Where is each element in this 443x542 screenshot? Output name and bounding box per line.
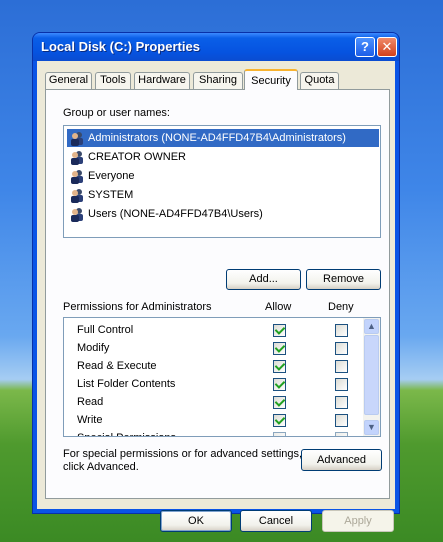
users-icon — [71, 189, 83, 203]
permission-row-write: Write — [64, 411, 364, 429]
scroll-thumb[interactable] — [364, 335, 379, 415]
close-button[interactable]: ✕ — [377, 37, 397, 57]
cancel-button[interactable]: Cancel — [240, 510, 312, 532]
deny-column-header: Deny — [328, 301, 354, 313]
permission-row-read-execute: Read & Execute — [64, 357, 364, 375]
users-icon — [71, 208, 83, 222]
advanced-button[interactable]: Advanced — [301, 449, 382, 471]
list-item-users[interactable]: Users (NONE-AD4FFD47B4\Users) — [67, 205, 379, 223]
user-name: CREATOR OWNER — [88, 151, 186, 163]
tab-security[interactable]: Security — [244, 69, 298, 90]
properties-window: Local Disk (C:) Properties ? ✕ General T… — [32, 32, 400, 532]
tab-tools[interactable]: Tools — [95, 72, 131, 89]
tab-sharing[interactable]: Sharing — [193, 72, 243, 89]
permissions-list[interactable]: Full Control Modify Read & Execute List … — [63, 317, 381, 437]
list-item-creator-owner[interactable]: CREATOR OWNER — [67, 148, 379, 166]
allow-checkbox[interactable] — [273, 396, 286, 409]
ok-button[interactable]: OK — [160, 510, 232, 532]
permission-name: Read — [77, 396, 104, 408]
scroll-down-icon[interactable]: ▼ — [364, 420, 379, 435]
advanced-hint-line1: For special permissions or for advanced … — [63, 448, 303, 460]
permission-name: Special Permissions — [77, 429, 176, 436]
dialog-client-area: General Tools Hardware Sharing Security … — [37, 61, 395, 532]
permission-name: Write — [77, 414, 103, 426]
list-item-administrators[interactable]: Administrators (NONE-AD4FFD47B4\Administ… — [67, 129, 379, 147]
permission-name: Read & Execute — [77, 360, 157, 372]
deny-checkbox[interactable] — [335, 414, 348, 427]
users-icon — [71, 170, 83, 184]
add-button[interactable]: Add... — [226, 269, 301, 290]
deny-checkbox[interactable] — [335, 432, 348, 436]
permission-name: List Folder Contents — [77, 378, 176, 390]
deny-checkbox[interactable] — [335, 360, 348, 373]
allow-checkbox[interactable] — [273, 414, 286, 427]
allow-checkbox[interactable] — [273, 432, 286, 436]
group-list[interactable]: Administrators (NONE-AD4FFD47B4\Administ… — [63, 125, 381, 238]
tab-general[interactable]: General — [45, 72, 92, 89]
scroll-up-icon[interactable]: ▲ — [364, 319, 379, 334]
permission-row-modify: Modify — [64, 339, 364, 357]
user-name: Users (NONE-AD4FFD47B4\Users) — [88, 208, 263, 220]
deny-checkbox[interactable] — [335, 378, 348, 391]
allow-checkbox[interactable] — [273, 378, 286, 391]
users-icon — [71, 151, 83, 165]
user-name: Administrators (NONE-AD4FFD47B4\Administ… — [88, 132, 346, 144]
list-item-everyone[interactable]: Everyone — [67, 167, 379, 185]
window-title: Local Disk (C:) Properties — [41, 39, 200, 54]
permission-row-full-control: Full Control — [64, 321, 364, 339]
permission-row-special: Special Permissions — [64, 429, 364, 436]
help-button[interactable]: ? — [355, 37, 375, 57]
advanced-hint-line2: click Advanced. — [63, 461, 139, 473]
tab-hardware[interactable]: Hardware — [134, 72, 190, 89]
allow-column-header: Allow — [265, 301, 292, 313]
permissions-label: Permissions for Administrators — [63, 301, 212, 313]
allow-checkbox[interactable] — [273, 360, 286, 373]
tab-strip: General Tools Hardware Sharing Security … — [45, 69, 390, 90]
tab-quota[interactable]: Quota — [300, 72, 339, 89]
group-names-label: Group or user names: — [63, 107, 170, 119]
allow-checkbox[interactable] — [273, 324, 286, 337]
remove-button[interactable]: Remove — [306, 269, 381, 290]
permission-row-list-folder: List Folder Contents — [64, 375, 364, 393]
permission-name: Full Control — [77, 324, 134, 336]
permission-row-read: Read — [64, 393, 364, 411]
title-bar[interactable]: Local Disk (C:) Properties ? ✕ — [33, 33, 399, 61]
list-item-system[interactable]: SYSTEM — [67, 186, 379, 204]
deny-checkbox[interactable] — [335, 324, 348, 337]
allow-checkbox[interactable] — [273, 342, 286, 355]
user-name: SYSTEM — [88, 189, 134, 201]
users-icon — [71, 132, 83, 146]
user-name: Everyone — [88, 170, 135, 182]
deny-checkbox[interactable] — [335, 342, 348, 355]
apply-button[interactable]: Apply — [322, 510, 394, 532]
permission-name: Modify — [77, 342, 110, 354]
security-panel: Group or user names: Administrators (NON… — [45, 89, 390, 499]
deny-checkbox[interactable] — [335, 396, 348, 409]
permissions-scrollbar[interactable]: ▲ ▼ — [363, 318, 380, 436]
